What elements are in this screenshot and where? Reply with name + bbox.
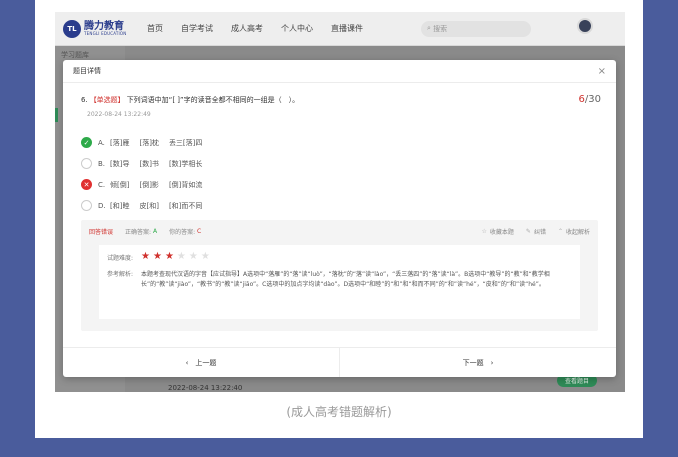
search-input[interactable]: ⌕ 搜索 <box>421 20 531 37</box>
avatar[interactable] <box>577 18 593 34</box>
modal-footer: ‹ 上一题 下一题 › <box>63 347 616 377</box>
option-part: [落]枕 <box>139 138 159 147</box>
question-type: 【单选题】 <box>89 95 125 104</box>
analysis-card: 试题难度: ★ ★ ★ ★ ★ ★ 参考解析: 本题考查现代汉语的字音【应试指导】A选项中… <box>99 245 580 319</box>
report-error-label: 纠错 <box>533 228 546 236</box>
collapse-label: 收起解析 <box>565 228 590 236</box>
option-part: [数]书 <box>139 159 159 168</box>
modal-header: 题目详情 × <box>63 60 616 83</box>
correct-answer-value: A <box>152 227 158 235</box>
option-part: 皮[和] <box>139 201 159 210</box>
nav-item-live-courses[interactable]: 直播课件 <box>331 23 363 34</box>
option-text: [数]导 [数]书 [数]学相长 <box>110 159 212 169</box>
option-part: [和]而不同 <box>168 201 203 210</box>
option-b[interactable]: B. [数]导 [数]书 [数]学相长 <box>81 153 212 174</box>
explanation-text: 本题考查现代汉语的字音【应试指导】A选项中“落雁”的“落”读“luò”，“落枕”… <box>141 271 550 288</box>
analysis-panel: 回答错误 正确答案: A 你的答案: C ☆ 收藏本题 ✎ 纠错 ⌃ 收起解析 试题难… <box>81 220 598 331</box>
edit-icon: ✎ <box>525 227 531 235</box>
close-icon[interactable]: × <box>598 66 606 77</box>
option-part: [数]学相长 <box>168 159 203 168</box>
prev-question-button[interactable]: ‹ 上一题 <box>63 348 339 377</box>
option-part: [落]雁 <box>110 138 130 147</box>
nav-item-adult-exam[interactable]: 成人高考 <box>231 23 263 34</box>
question-text: 下列词语中加“[ ]”字的读音全都不相同的一组是（ ）。 <box>126 95 300 104</box>
brand-subtitle: TENGLI EDUCATION <box>84 30 127 36</box>
check-icon: ✓ <box>81 137 92 148</box>
option-text: [落]雁 [落]枕 丢三[落]四 <box>110 138 212 148</box>
question-total: /30 <box>584 94 601 105</box>
star-filled-icon: ★ <box>141 251 150 262</box>
logo-mark-icon: TL <box>63 19 81 38</box>
collapse-analysis-button[interactable]: ⌃ 收起解析 <box>558 227 590 236</box>
star-empty-icon: ★ <box>176 251 186 262</box>
chevron-up-icon: ⌃ <box>557 227 563 235</box>
favorite-label: 收藏本题 <box>489 228 514 236</box>
analysis-bar: 回答错误 正确答案: A 你的答案: C ☆ 收藏本题 ✎ 纠错 ⌃ 收起解析 <box>81 220 598 242</box>
option-c[interactable]: ✕ C. 倾[倒] [倒]影 [倒]背如流 <box>81 174 212 195</box>
option-label: B. <box>98 159 106 168</box>
explanation-row: 参考解析: 本题考查现代汉语的字音【应试指导】A选项中“落雁”的“落”读“luò… <box>107 270 572 290</box>
option-part: [数]导 <box>110 159 130 168</box>
question-line: 6. 【单选题】 下列词语中加“[ ]”字的读音全都不相同的一组是（ ）。 6/… <box>81 94 601 105</box>
option-part: [和]睦 <box>110 201 130 210</box>
option-label: D. <box>98 201 106 210</box>
answer-options: ✓ A. [落]雁 [落]枕 丢三[落]四 B. [数]导 [数]书 [数]学相长 ✕ … <box>81 132 212 216</box>
sidebar-title: 学习题库 <box>61 51 89 59</box>
top-navbar: TL 腾力教育 TENGLI EDUCATION 首页 自学考试 成人高考 个人… <box>55 12 625 46</box>
star-icon: ☆ <box>481 227 487 235</box>
result-status: 回答错误 <box>89 228 114 236</box>
difficulty-label: 试题难度: <box>107 255 134 262</box>
question-date: 2022-08-24 13:22:49 <box>87 111 151 118</box>
difficulty-stars: ★ ★ ★ ★ ★ ★ <box>141 251 213 262</box>
star-filled-icon: ★ <box>164 251 174 262</box>
nav-links: 首页 自学考试 成人高考 个人中心 直播课件 <box>147 23 381 34</box>
option-text: [和]睦 皮[和] [和]而不同 <box>110 201 212 211</box>
search-placeholder: 搜索 <box>433 24 448 33</box>
nav-item-self-study-exam[interactable]: 自学考试 <box>181 23 213 34</box>
brand-name: 腾力教育 <box>84 20 124 32</box>
cross-icon: ✕ <box>81 179 92 190</box>
radio-empty-icon <box>81 158 92 169</box>
option-part: 丢三[落]四 <box>168 138 203 147</box>
question-number: 6. <box>81 95 88 104</box>
explanation-label: 参考解析: <box>107 271 134 278</box>
analysis-actions: ☆ 收藏本题 ✎ 纠错 ⌃ 收起解析 <box>470 227 591 236</box>
option-part: 倾[倒] <box>110 180 130 189</box>
nav-item-personal-center[interactable]: 个人中心 <box>281 23 313 34</box>
option-a[interactable]: ✓ A. [落]雁 [落]枕 丢三[落]四 <box>81 132 212 153</box>
star-empty-icon: ★ <box>200 251 210 262</box>
star-empty-icon: ★ <box>188 251 198 262</box>
background-tabbar <box>175 50 475 66</box>
star-filled-icon: ★ <box>152 251 162 262</box>
option-part: [倒]背如流 <box>168 180 203 189</box>
option-part: [倒]影 <box>139 180 159 189</box>
option-label: C. <box>98 180 106 189</box>
next-question-button[interactable]: 下一题 › <box>340 348 616 377</box>
sidebar-active-indicator <box>55 108 58 122</box>
option-label: A. <box>98 138 105 147</box>
radio-empty-icon <box>81 200 92 211</box>
nav-item-home[interactable]: 首页 <box>147 23 163 34</box>
image-caption: (成人高考错题解析) <box>286 405 392 419</box>
option-text: 倾[倒] [倒]影 [倒]背如流 <box>110 180 212 190</box>
difficulty-row: 试题难度: ★ ★ ★ ★ ★ ★ <box>107 251 572 263</box>
brand-logo[interactable]: TL 腾力教育 TENGLI EDUCATION <box>63 19 135 38</box>
favorite-button[interactable]: ☆ 收藏本题 <box>482 227 514 236</box>
your-answer-label: 你的答案: <box>169 228 196 236</box>
question-counter: 6/30 <box>579 94 601 105</box>
modal-title: 题目详情 <box>73 67 101 75</box>
background-date: 2022-08-24 13:22:40 <box>168 384 243 392</box>
your-answer-value: C <box>197 227 202 235</box>
report-error-button[interactable]: ✎ 纠错 <box>526 227 546 236</box>
option-d[interactable]: D. [和]睦 皮[和] [和]而不同 <box>81 195 212 216</box>
correct-answer-label: 正确答案: <box>125 228 152 236</box>
question-detail-modal: 题目详情 × 6. 【单选题】 下列词语中加“[ ]”字的读音全都不相同的一组是… <box>63 60 616 377</box>
